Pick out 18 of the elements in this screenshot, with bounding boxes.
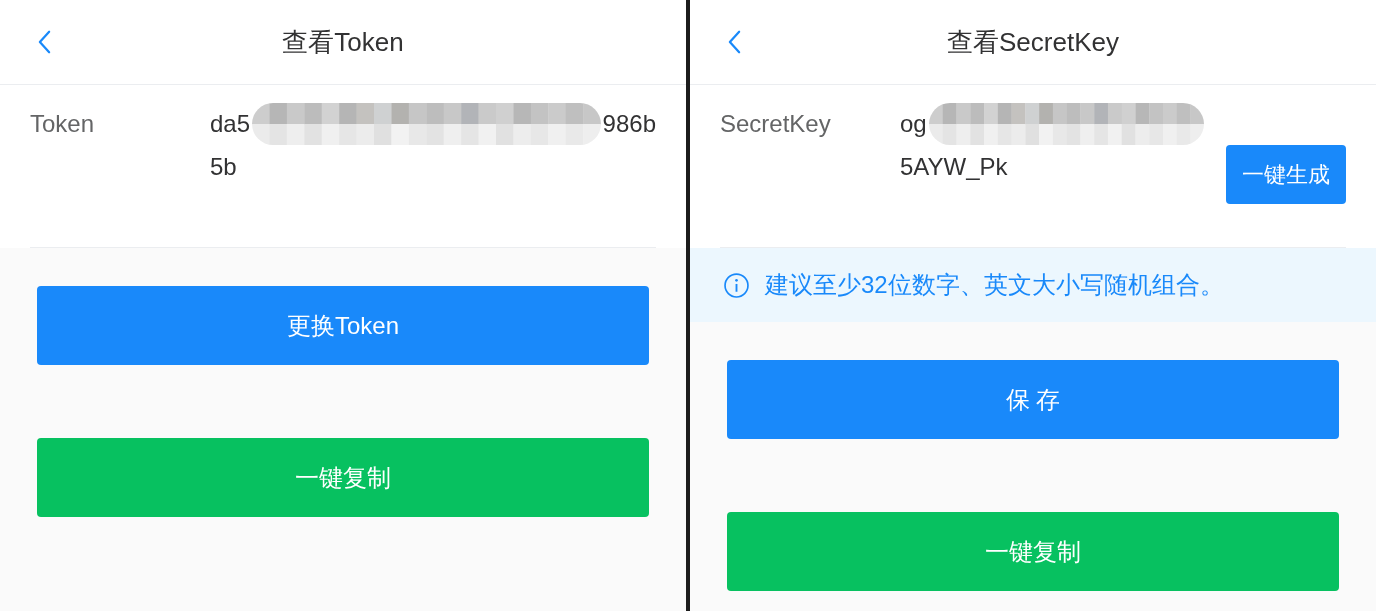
field-label: SecretKey [720, 109, 832, 139]
notice-text: 建议至少32位数字、英文大小写随机组合。 [765, 270, 1224, 300]
value-text: da5 [210, 109, 251, 138]
info-icon [724, 272, 749, 298]
copy-button[interactable]: 一键复制 [37, 438, 649, 517]
page-title: 查看SecretKey [947, 25, 1119, 59]
generate-button[interactable]: 一键生成 [1226, 145, 1346, 204]
value-text: og [900, 109, 927, 138]
value-text: 5AYW_Pk [900, 152, 1008, 181]
value-text: 986b [602, 109, 656, 138]
page-title: 查看Token [282, 25, 404, 59]
value-text: 5b [210, 152, 237, 181]
primary-button[interactable]: 保 存 [727, 360, 1339, 439]
back-chevron-icon[interactable] [728, 30, 741, 54]
field-label: Token [30, 109, 96, 139]
primary-button[interactable]: 更换Token [37, 286, 649, 365]
copy-button[interactable]: 一键复制 [727, 512, 1339, 591]
back-chevron-icon[interactable] [38, 30, 51, 54]
